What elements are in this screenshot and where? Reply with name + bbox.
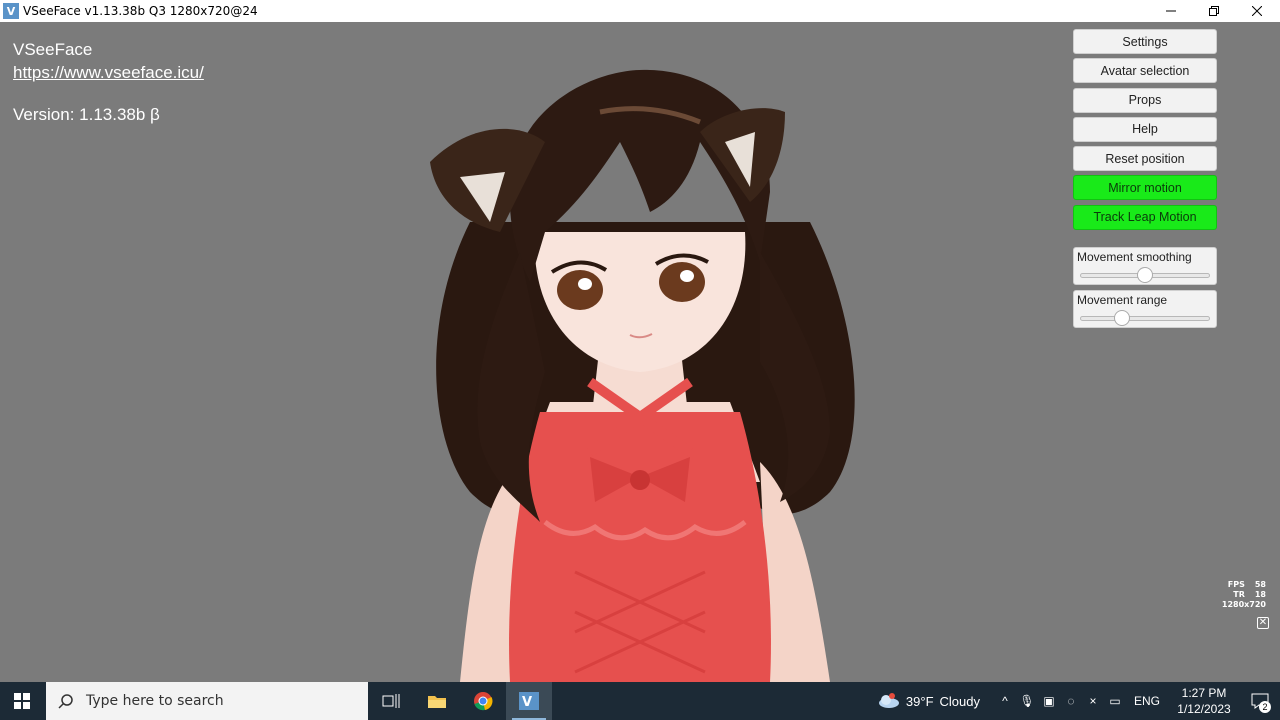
close-icon — [1252, 6, 1262, 16]
weather-temperature: 39°F — [905, 693, 934, 709]
show-hidden-icons-chevron-icon[interactable]: ^ — [994, 682, 1016, 720]
microphone-icon[interactable]: 🎙 — [1016, 682, 1038, 720]
svg-text:V: V — [522, 695, 532, 710]
app-name: VSeeFace — [13, 40, 93, 59]
tr-label: TR — [1233, 590, 1245, 599]
close-button[interactable] — [1236, 0, 1278, 22]
props-button[interactable]: Props — [1073, 87, 1217, 113]
reset-position-button[interactable]: Reset position — [1073, 146, 1217, 172]
chrome-button[interactable] — [460, 682, 506, 720]
restore-icon — [1209, 6, 1219, 16]
file-explorer-button[interactable] — [414, 682, 460, 720]
taskbar-clock[interactable]: 1:27 PM 1/12/2023 — [1168, 685, 1240, 717]
settings-button[interactable]: Settings — [1073, 29, 1217, 54]
movement-range-track[interactable] — [1080, 315, 1210, 321]
avatar-viewport[interactable]: VSeeFace https://www.vseeface.icu/ Versi… — [0, 22, 1280, 682]
minimize-icon — [1166, 10, 1176, 12]
movement-smoothing-knob[interactable] — [1137, 266, 1153, 283]
search-icon — [46, 693, 86, 709]
search-placeholder: Type here to search — [86, 693, 224, 709]
movement-range-control: Movement range — [1073, 289, 1217, 328]
track-leap-motion-toggle[interactable]: Track Leap Motion — [1073, 204, 1217, 230]
title-bar: V VSeeFace v1.13.38b Q3 1280x720@24 — [0, 0, 1280, 22]
start-button[interactable] — [0, 682, 44, 720]
tr-value: 18 — [1254, 590, 1266, 599]
taskbar-search-box[interactable]: Type here to search — [46, 682, 368, 720]
vseeface-icon: V — [519, 692, 539, 710]
task-view-button[interactable] — [368, 682, 414, 720]
clock-time: 1:27 PM — [1181, 686, 1227, 700]
task-view-icon — [382, 694, 400, 708]
vseeface-app-icon: V — [3, 3, 19, 19]
window-title: VSeeFace v1.13.38b Q3 1280x720@24 — [23, 4, 258, 18]
minimize-button[interactable] — [1150, 0, 1192, 22]
help-button[interactable]: Help — [1073, 116, 1217, 142]
camera-icon[interactable]: ▣ — [1038, 682, 1060, 720]
volume-muted-icon[interactable]: × — [1082, 682, 1104, 720]
input-language[interactable]: ENG — [1134, 694, 1160, 708]
notification-count-badge: 2 — [1259, 701, 1271, 713]
movement-range-label: Movement range — [1077, 292, 1168, 307]
movement-range-knob[interactable] — [1113, 309, 1130, 326]
resolution-label: 1280x720 — [1221, 600, 1266, 609]
movement-smoothing-label: Movement smoothing — [1077, 249, 1192, 264]
file-explorer-icon — [428, 696, 446, 708]
vseeface-taskbar-button[interactable]: V — [506, 682, 552, 720]
battery-icon[interactable]: ▭ — [1104, 682, 1126, 720]
performance-stats: FPS 58 TR 18 1280x720 — [1222, 580, 1266, 610]
chrome-icon — [474, 692, 493, 711]
weather-widget[interactable]: 39°F Cloudy — [876, 693, 980, 709]
cloudy-weather-icon — [878, 693, 899, 708]
movement-smoothing-control: Movement smoothing — [1073, 246, 1217, 285]
network-icon[interactable]: ◌ — [1060, 682, 1082, 720]
fps-label: FPS — [1227, 580, 1245, 589]
restore-button[interactable] — [1193, 0, 1235, 22]
website-link[interactable]: https://www.vseeface.icu/ — [13, 63, 204, 83]
version-label: Version: 1.13.38b β — [13, 105, 160, 124]
app-info: VSeeFace https://www.vseeface.icu/ Versi… — [13, 40, 204, 125]
control-panel: Settings Avatar selection Props Help Res… — [1073, 29, 1217, 333]
clock-date: 1/12/2023 — [1177, 702, 1231, 716]
windows-logo-icon — [14, 693, 30, 709]
close-box-icon[interactable]: ✕ — [1257, 617, 1269, 629]
system-tray: 39°F Cloudy ^ 🎙 ▣ ◌ × ▭ ENG 1:27 PM 1/12… — [876, 682, 1280, 720]
mirror-motion-toggle[interactable]: Mirror motion — [1073, 175, 1217, 201]
fps-value: 58 — [1254, 580, 1266, 589]
taskbar: Type here to search V 39°F Cloudy ^ 🎙 ▣ … — [0, 682, 1280, 720]
weather-description: Cloudy — [939, 693, 980, 709]
avatar-selection-button[interactable]: Avatar selection — [1073, 58, 1217, 84]
notification-center-button[interactable]: 2 — [1240, 682, 1280, 720]
